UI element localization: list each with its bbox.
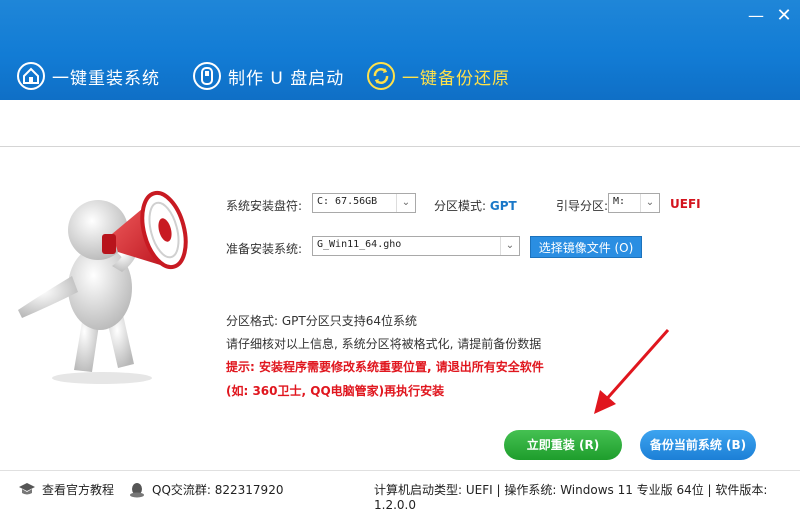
qq-group-info[interactable]: QQ交流群: 822317920 xyxy=(128,481,283,498)
qq-group-label: QQ交流群: 822317920 xyxy=(152,483,284,497)
partition-mode-label: 分区模式: GPT xyxy=(434,197,517,214)
chevron-down-icon: ⌄ xyxy=(396,194,415,212)
system-status-text: 计算机启动类型: UEFI | 操作系统: Windows 11 专业版 64位… xyxy=(374,483,768,512)
qq-penguin-icon xyxy=(130,482,144,497)
tab-label: 制作 U 盘启动 xyxy=(228,68,345,89)
partition-mode-value: GPT xyxy=(489,199,517,213)
tab-label: 一键重装系统 xyxy=(52,68,160,89)
megaphone-mascot-illustration xyxy=(18,190,188,384)
chevron-down-icon: ⌄ xyxy=(500,237,519,255)
install-disk-value: C: 67.56GB xyxy=(317,196,378,207)
system-image-select[interactable]: G_Win11_64.gho ⌄ xyxy=(312,236,520,256)
tab-one-key-reinstall[interactable]: 一键重装系统 xyxy=(16,58,160,94)
usb-drive-icon xyxy=(193,62,221,90)
warning-tip-example: (如: 360卫士, QQ电脑管家)再执行安装 xyxy=(226,384,445,398)
tab-one-key-backup-restore[interactable]: 一键备份还原 xyxy=(366,58,510,94)
status-bar: 查看官方教程 QQ交流群: 822317920 计算机启动类型: UEFI | … xyxy=(0,470,800,512)
warning-tip: 提示: 安装程序需要修改系统重要位置, 请退出所有安全软件 xyxy=(226,360,544,374)
graduation-cap-icon xyxy=(19,482,35,494)
verify-info: 请仔细核对以上信息, 系统分区将被格式化, 请提前备份数据 xyxy=(226,337,542,351)
prepare-system-label: 准备安装系统: xyxy=(226,242,303,256)
house-icon xyxy=(17,62,45,90)
partition-format-info: 分区格式: GPT分区只支持64位系统 xyxy=(226,314,417,328)
chevron-down-icon: ⌄ xyxy=(640,194,659,212)
official-tutorial-label: 查看官方教程 xyxy=(42,483,115,497)
boot-partition-label: 引导分区: xyxy=(556,199,609,213)
choose-image-button[interactable]: 选择镜像文件 (O) xyxy=(530,236,642,258)
install-now-button[interactable]: 立即重装 (R) xyxy=(504,430,622,460)
partition-mode-label-text: 分区模式: xyxy=(434,199,487,213)
install-disk-label: 系统安装盘符: xyxy=(226,199,303,213)
minimize-button[interactable]: — xyxy=(744,4,768,28)
close-button[interactable]: ✕ xyxy=(772,4,796,28)
backup-current-system-button[interactable]: 备份当前系统 (B) xyxy=(640,430,756,460)
boot-partition-select[interactable]: M: ⌄ xyxy=(608,193,660,213)
pointer-arrow-annotation xyxy=(594,329,670,414)
app-header: — ✕ 一键重装系统 制作 U 盘启动 一键备份还原 xyxy=(0,0,800,100)
tab-label: 一键备份还原 xyxy=(402,68,510,89)
tab-make-usb-boot[interactable]: 制作 U 盘启动 xyxy=(192,58,344,94)
boot-partition-value: M: xyxy=(613,196,626,207)
boot-mode-value: UEFI xyxy=(670,197,701,211)
official-tutorial-link[interactable]: 查看官方教程 xyxy=(18,481,114,498)
backup-restore-icon xyxy=(367,62,395,90)
system-image-value: G_Win11_64.gho xyxy=(317,239,402,250)
install-disk-select[interactable]: C: 67.56GB ⌄ xyxy=(312,193,416,213)
sub-toolbar-strip xyxy=(0,100,800,147)
